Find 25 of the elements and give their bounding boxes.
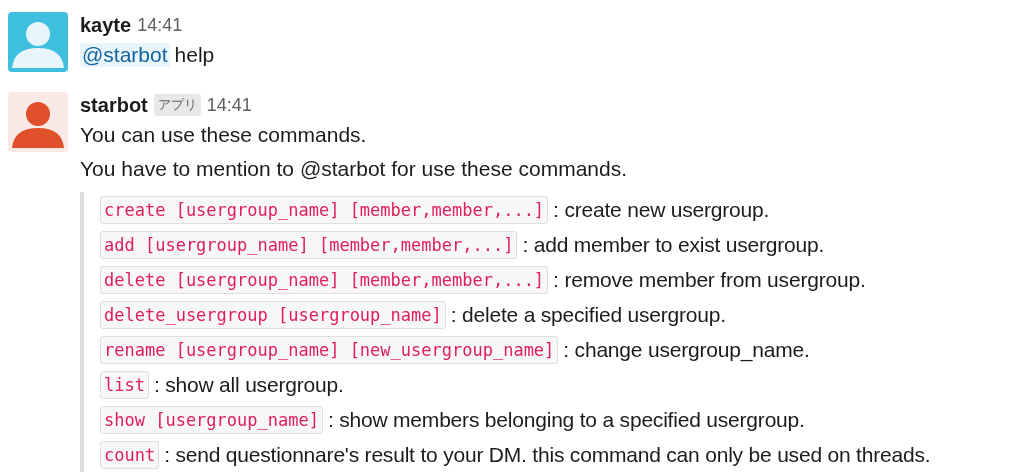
- timestamp[interactable]: 14:41: [206, 94, 252, 116]
- timestamp[interactable]: 14:41: [137, 14, 183, 36]
- message-text: You can use these commands.: [80, 123, 367, 147]
- command-description: : change usergroup_name.: [563, 337, 810, 362]
- command-description: : delete a specified usergroup.: [450, 302, 726, 327]
- inline-code: list: [100, 370, 149, 399]
- user-mention[interactable]: @starbot: [80, 43, 170, 67]
- author-name[interactable]: kayte: [80, 13, 132, 37]
- message-text: help: [174, 43, 215, 67]
- inline-code: add [usergroup_name] [member,member,...]: [100, 230, 518, 259]
- app-badge: アプリ: [153, 94, 201, 116]
- command-description: : remove member from usergroup.: [553, 267, 866, 292]
- command-description: : send questionnare's result to your DM. this command can only be used on threads.: [164, 442, 931, 467]
- author-name[interactable]: starbot: [80, 93, 148, 117]
- inline-code: rename [usergroup_name] [new_usergroup_name]: [100, 335, 559, 364]
- inline-code: delete [usergroup_name] [member,member,...]: [100, 265, 549, 294]
- message-text: You have to mention to @starbot for use these commands.: [80, 157, 627, 181]
- command-description: : create new usergroup.: [553, 197, 770, 222]
- command-description: : add member to exist usergroup.: [522, 232, 825, 257]
- inline-code: delete_usergroup [usergroup_name]: [100, 300, 446, 329]
- inline-code: create [usergroup_name] [member,member,...]: [100, 195, 549, 224]
- command-description: : show all usergroup.: [153, 372, 344, 397]
- inline-code: count: [100, 440, 160, 469]
- command-description: : show members belonging to a specified usergroup.: [327, 407, 805, 432]
- inline-code: show [usergroup_name]: [100, 405, 323, 434]
